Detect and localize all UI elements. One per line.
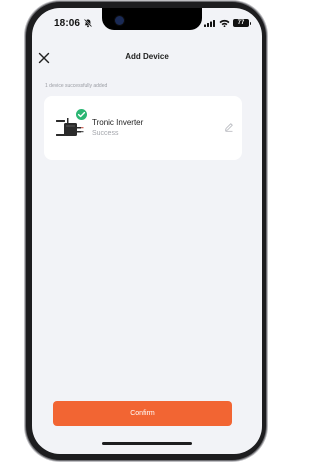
device-card[interactable]: Tronic Inverter Success — [44, 96, 242, 160]
success-count-text: 1 device successfully added — [45, 83, 108, 89]
home-indicator — [102, 442, 192, 445]
confirm-button[interactable]: Confirm — [53, 401, 232, 426]
check-icon — [75, 108, 88, 121]
bell-slash-icon — [83, 18, 93, 28]
header: Add Device — [32, 44, 262, 72]
pencil-icon[interactable] — [224, 122, 234, 132]
wifi-icon — [219, 19, 230, 27]
phone-screen: 18:06 77 Add Device 1 device successfull… — [32, 8, 262, 454]
status-time: 18:06 — [54, 18, 81, 29]
screenshot-stage: 18:06 77 Add Device 1 device successfull… — [0, 0, 266, 463]
device-name: Tronic Inverter — [92, 118, 144, 127]
cellular-signal-icon — [204, 20, 215, 27]
page-title: Add Device — [125, 52, 169, 61]
front-camera — [115, 16, 124, 25]
status-bar: 18:06 77 — [32, 8, 262, 38]
device-status: Success — [92, 130, 119, 137]
status-icons: 77 — [204, 18, 251, 28]
battery-indicator: 77 — [233, 19, 251, 27]
